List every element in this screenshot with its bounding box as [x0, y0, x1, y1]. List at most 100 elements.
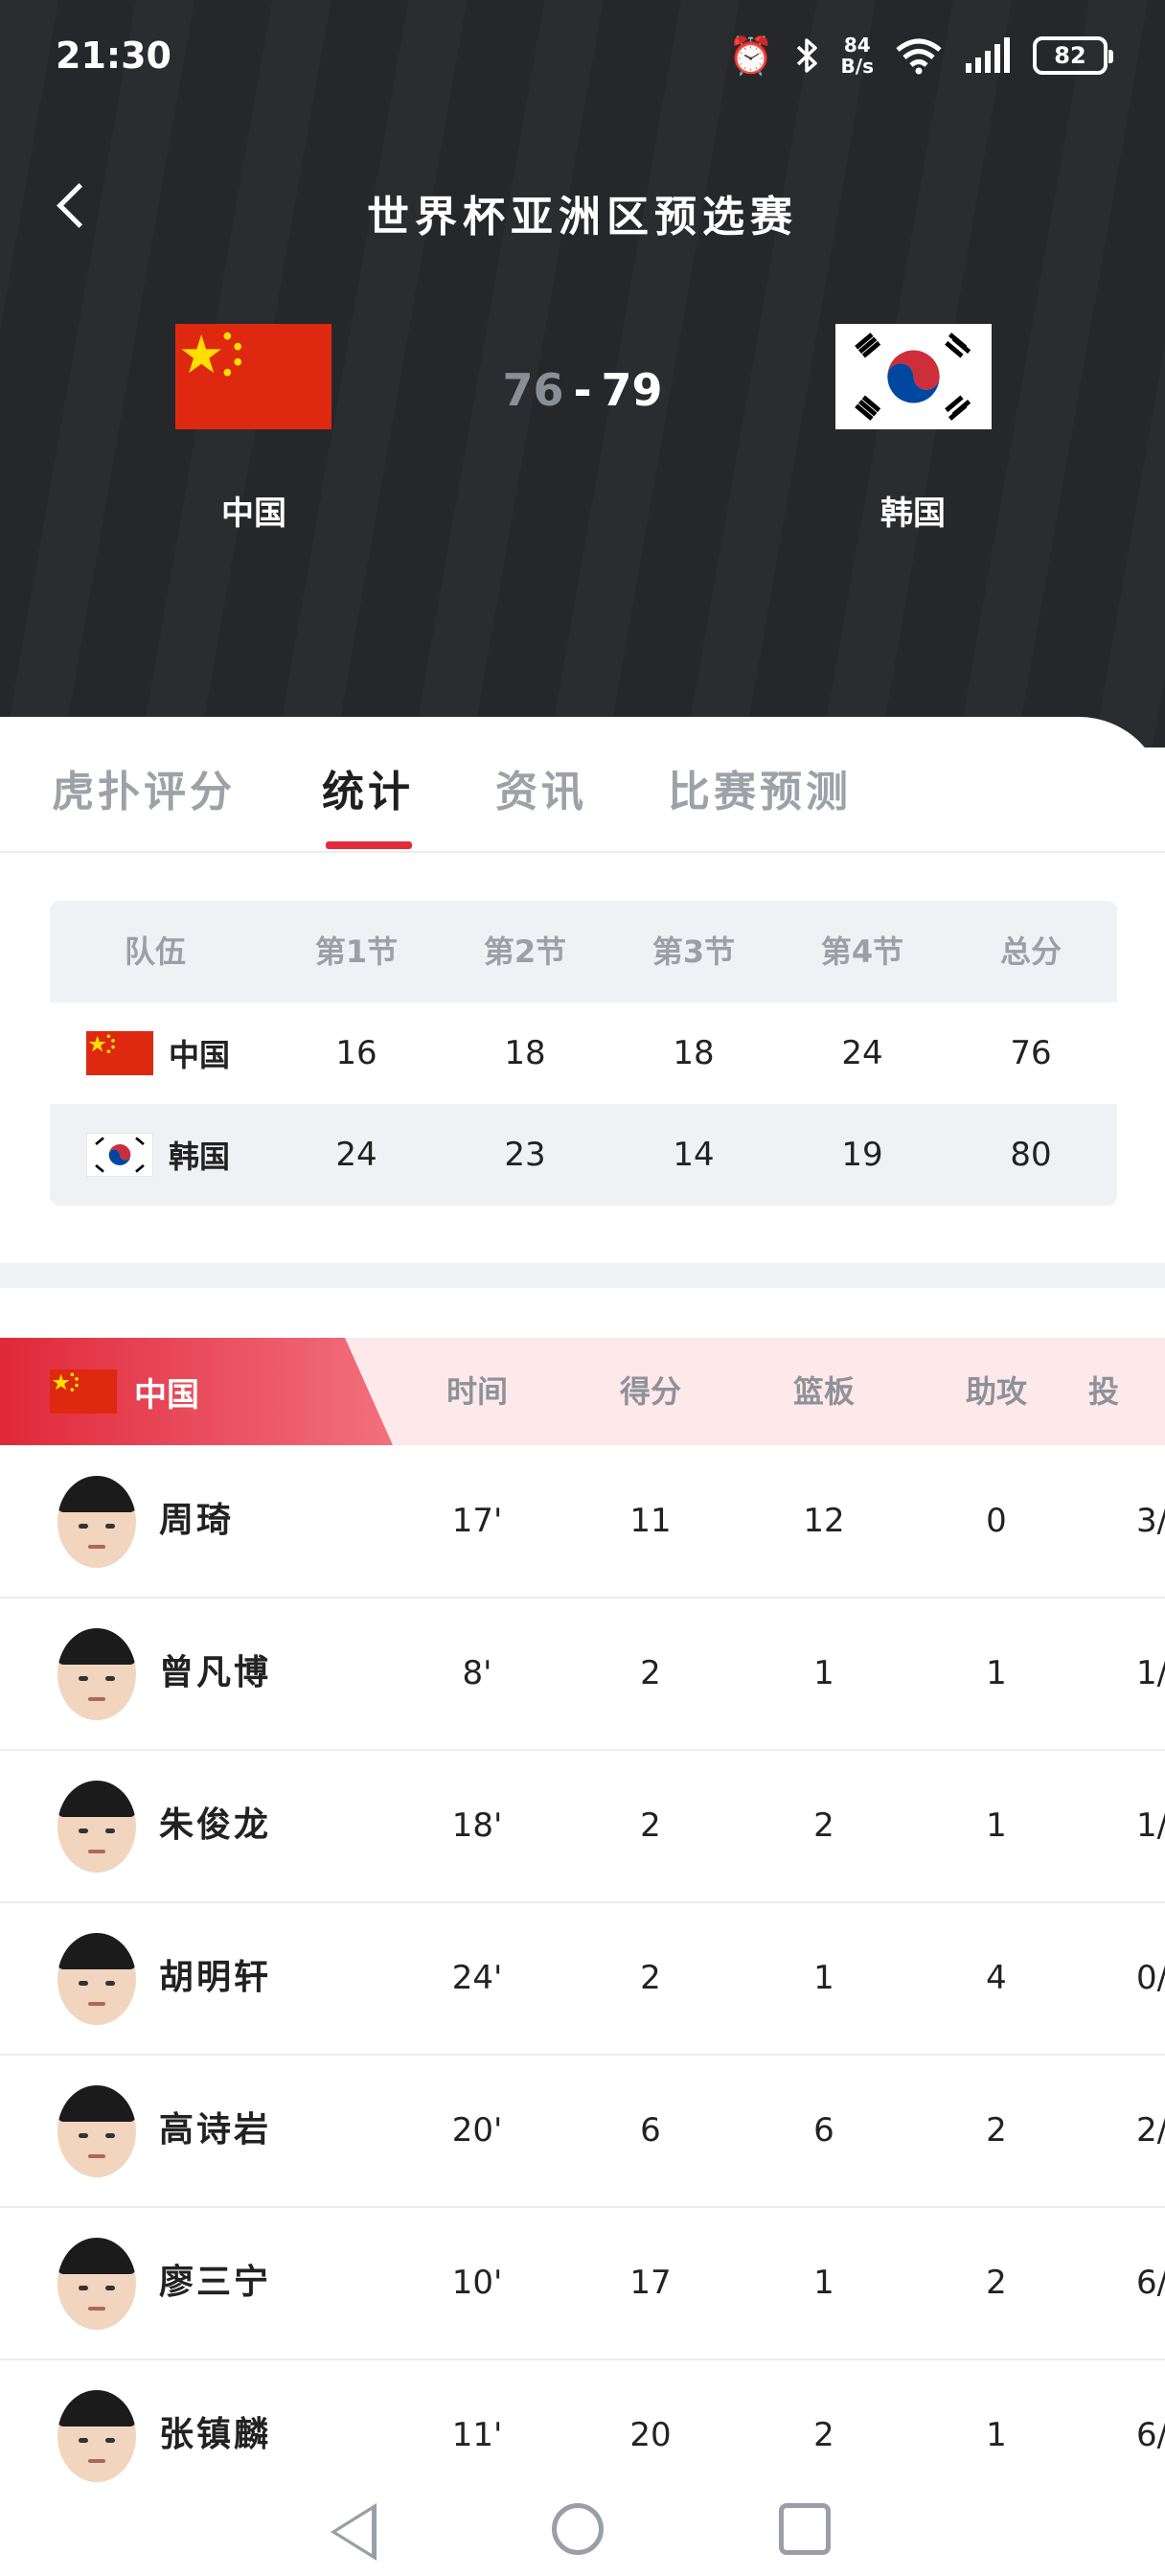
total-score: 80 — [1010, 1136, 1052, 1174]
nav-home-icon[interactable] — [552, 2503, 604, 2555]
tab-stats[interactable]: 统计 — [322, 757, 414, 818]
page-title: 世界杯亚洲区预选赛 — [367, 193, 798, 242]
tab-prediction[interactable]: 比赛预测 — [668, 757, 852, 818]
stat-rebounds: 1 — [813, 1959, 834, 1997]
battery-icon: 82 — [1033, 36, 1113, 75]
net-speed: 84 B/s — [841, 34, 874, 77]
col-head-points: 得分 — [619, 1373, 681, 1410]
match-score: 76-79 — [0, 364, 1165, 416]
team-cell: 中国 — [86, 1002, 230, 1104]
player-avatar — [57, 1476, 136, 1568]
stat-assists: 0 — [986, 1502, 1007, 1540]
player-name: 朱俊龙 — [159, 1806, 272, 1845]
stat-points: 2 — [640, 1806, 661, 1845]
status-icons: ⏰ 84 B/s 82 — [728, 29, 1113, 82]
table-row: 中国 16 18 18 24 76 — [50, 1002, 1117, 1104]
stat-rebounds: 12 — [803, 1502, 845, 1540]
player-row[interactable]: 高诗岩 20' 6 6 2 2/ — [0, 2055, 1165, 2208]
player-name: 周琦 — [159, 1501, 235, 1540]
content-card: 虎扑评分 统计 资讯 比赛预测 队伍 第1节 第2节 第3节 第4节 总分 中国… — [0, 717, 1165, 2576]
china-flag-icon — [50, 1369, 117, 1414]
stat-points: 17 — [629, 2264, 672, 2302]
tab-rating[interactable]: 虎扑评分 — [52, 757, 236, 818]
away-team-name[interactable]: 韩国 — [817, 487, 1009, 534]
col-head-assists: 助攻 — [965, 1373, 1027, 1410]
stat-time: 10' — [451, 2264, 503, 2302]
player-row[interactable]: 胡明轩 24' 2 1 4 0/ — [0, 1902, 1165, 2056]
stat-assists: 4 — [986, 1959, 1007, 1997]
stat-shots: 2/ — [1136, 2111, 1165, 2150]
stat-points: 2 — [640, 1654, 661, 1692]
home-score: 76 — [502, 364, 564, 416]
player-row[interactable]: 曾凡博 8' 2 1 1 1/ — [0, 1598, 1165, 1751]
team-name: 中国 — [169, 1037, 231, 1073]
header-team: 队伍 — [124, 933, 186, 970]
bluetooth-icon — [796, 38, 817, 73]
stat-time: 20' — [451, 2111, 503, 2150]
q3-score: 18 — [673, 1034, 715, 1072]
q1-score: 24 — [335, 1136, 377, 1174]
player-avatar — [57, 2390, 136, 2482]
nav-recent-apps-icon[interactable] — [779, 2503, 831, 2555]
team-banner[interactable]: 中国 — [0, 1338, 393, 1445]
player-avatar — [57, 2085, 136, 2177]
quarter-score-table: 队伍 第1节 第2节 第3节 第4节 总分 中国 16 18 18 24 76 — [50, 901, 1117, 1206]
stat-rebounds: 1 — [813, 1654, 834, 1692]
header-q2: 第2节 — [483, 933, 567, 970]
q4-score: 19 — [841, 1136, 883, 1174]
player-name: 胡明轩 — [159, 1958, 272, 1997]
home-team-name[interactable]: 中国 — [158, 487, 350, 534]
col-head-rebounds: 篮板 — [792, 1373, 855, 1410]
header-total: 总分 — [999, 933, 1062, 970]
player-row[interactable]: 朱俊龙 18' 2 2 1 1/ — [0, 1750, 1165, 1903]
table-row: 韩国 24 23 14 19 80 — [50, 1104, 1117, 1206]
player-avatar — [57, 1781, 136, 1873]
net-speed-value: 84 — [843, 34, 871, 57]
battery-level: 82 — [1054, 42, 1086, 69]
player-stats-header: 中国 时间 得分 篮板 助攻 投 — [0, 1338, 1165, 1445]
stat-shots: 0/ — [1136, 1959, 1165, 1997]
korea-flag-icon — [86, 1133, 153, 1177]
player-avatar — [57, 2238, 136, 2330]
col-head-time: 时间 — [445, 1373, 508, 1410]
stat-rebounds: 6 — [813, 2111, 834, 2150]
stat-assists: 1 — [986, 1654, 1007, 1692]
q3-score: 14 — [673, 1136, 715, 1174]
system-nav-bar — [0, 2484, 1165, 2576]
player-avatar — [57, 1628, 136, 1720]
q2-score: 23 — [504, 1136, 546, 1174]
stat-rebounds: 1 — [813, 2264, 834, 2302]
stat-shots: 6/ — [1136, 2264, 1165, 2302]
tab-news[interactable]: 资讯 — [495, 757, 587, 818]
q4-score: 24 — [841, 1034, 883, 1072]
stat-rebounds: 2 — [813, 1806, 834, 1845]
team-cell: 韩国 — [86, 1104, 230, 1206]
nav-back-icon[interactable] — [331, 2503, 377, 2561]
player-name: 高诗岩 — [159, 2110, 272, 2150]
player-row[interactable]: 廖三宁 10' 17 1 2 6/ — [0, 2207, 1165, 2360]
match-header: 21:30 ⏰ 84 B/s 82 世界杯亚洲区预选赛 76 - 79 中国 韩… — [0, 0, 1165, 748]
header-q1: 第1节 — [314, 933, 399, 970]
stat-points: 2 — [640, 1959, 661, 1997]
stat-assists: 2 — [986, 2264, 1007, 2302]
score-separator: - — [573, 364, 592, 416]
section-divider — [0, 1263, 1165, 1288]
stat-shots: 3/ — [1136, 1502, 1165, 1540]
q2-score: 18 — [504, 1034, 546, 1072]
team-banner-name: 中国 — [134, 1375, 199, 1414]
stat-time: 24' — [451, 1959, 503, 1997]
player-avatar — [57, 1933, 136, 2025]
alarm-icon: ⏰ — [728, 34, 774, 77]
wifi-icon — [896, 38, 942, 75]
player-row[interactable]: 周琦 17' 11 12 0 3/ — [0, 1445, 1165, 1598]
stat-assists: 1 — [986, 1806, 1007, 1845]
stat-shots: 1/ — [1136, 1654, 1165, 1692]
china-flag-icon — [86, 1031, 153, 1075]
status-time: 21:30 — [56, 34, 171, 77]
net-speed-unit: B/s — [840, 55, 874, 78]
header-q4: 第4节 — [820, 933, 904, 970]
table-header-row: 队伍 第1节 第2节 第3节 第4节 总分 — [50, 901, 1117, 1002]
col-head-shots: 投 — [1088, 1373, 1120, 1410]
tab-indicator — [326, 841, 412, 849]
player-name: 廖三宁 — [159, 2263, 272, 2302]
